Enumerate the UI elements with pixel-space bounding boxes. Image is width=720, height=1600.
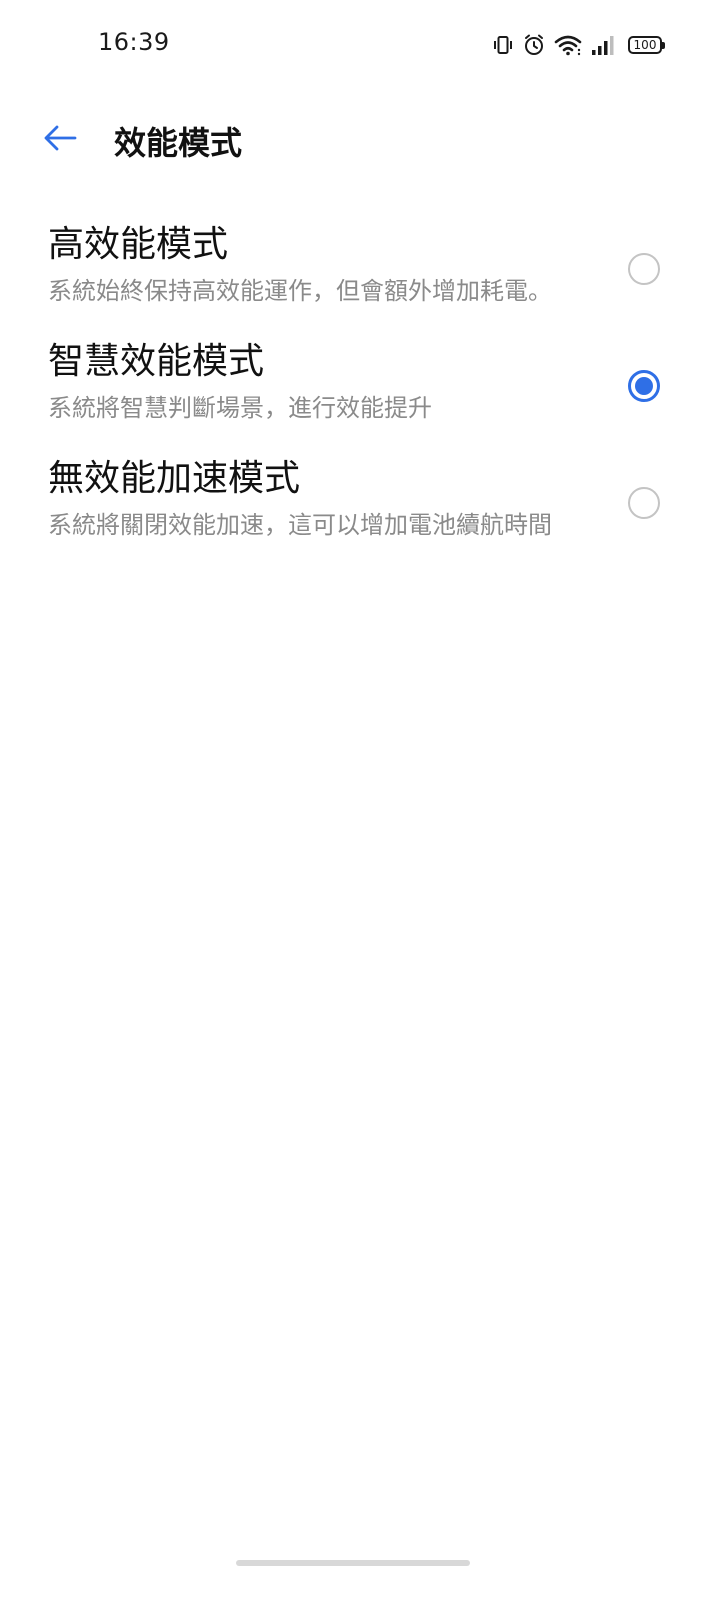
option-title: 無效能加速模式 [48, 458, 301, 499]
page-title: 效能模式 [114, 124, 243, 162]
option-no-acceleration[interactable]: 無效能加速模式 系統將關閉效能加速，這可以增加電池續航時間 [0, 444, 720, 561]
radio-smart-performance[interactable] [628, 369, 660, 402]
home-indicator[interactable] [236, 1560, 470, 1566]
status-icons: 100 [492, 30, 665, 60]
status-bar: 16:39 100 [0, 0, 720, 90]
option-title: 智慧效能模式 [48, 341, 265, 382]
battery-icon: 100 [628, 36, 665, 54]
status-time: 16:39 [98, 28, 170, 56]
performance-mode-options: 高效能模式 系統始終保持高效能運作，但會額外增加耗電。 智慧效能模式 系統將智慧… [0, 210, 720, 561]
option-title: 高效能模式 [48, 224, 229, 265]
alarm-icon [522, 33, 546, 57]
radio-no-acceleration[interactable] [628, 486, 660, 519]
signal-icon [590, 34, 616, 56]
battery-level: 100 [633, 38, 657, 52]
header: 效能模式 [0, 100, 720, 180]
option-description: 系統將關閉效能加速，這可以增加電池續航時間 [48, 511, 552, 539]
radio-high-performance[interactable] [628, 252, 660, 285]
back-button[interactable] [36, 116, 84, 164]
option-smart-performance[interactable]: 智慧效能模式 系統將智慧判斷場景，進行效能提升 [0, 327, 720, 444]
vibrate-icon [492, 34, 514, 56]
wifi-icon [554, 34, 582, 56]
option-description: 系統將智慧判斷場景，進行效能提升 [48, 394, 432, 422]
arrow-left-icon [42, 124, 78, 156]
option-high-performance[interactable]: 高效能模式 系統始終保持高效能運作，但會額外增加耗電。 [0, 210, 720, 327]
option-description: 系統始終保持高效能運作，但會額外增加耗電。 [48, 277, 552, 305]
